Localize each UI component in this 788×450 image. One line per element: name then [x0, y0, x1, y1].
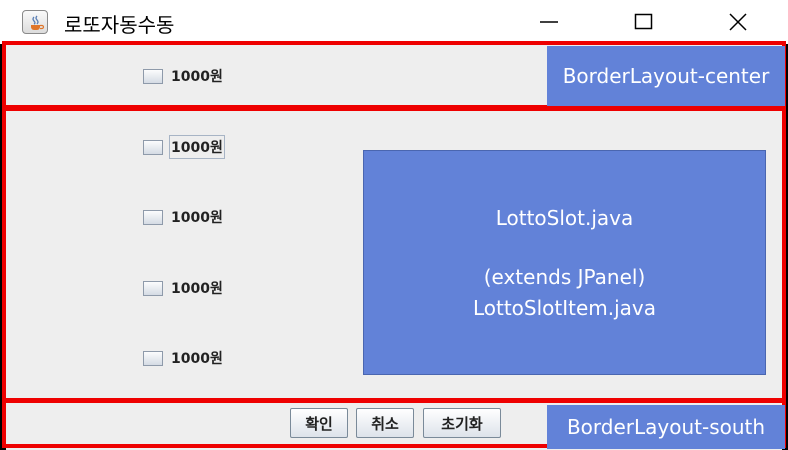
checkbox-label: 1000원	[171, 281, 223, 297]
annotation-line-3: LottoSlotItem.java	[472, 296, 657, 320]
minimize-button[interactable]	[525, 0, 573, 44]
checkbox-box[interactable]	[143, 280, 163, 296]
checkbox-label: 1000원	[171, 351, 223, 367]
checkbox-label: 1000원	[171, 210, 223, 226]
annotation-center: BorderLayout-center	[547, 46, 785, 106]
window-title: 로또자동수동	[64, 13, 175, 37]
close-button[interactable]	[714, 0, 762, 44]
reset-button[interactable]: 초기화	[423, 408, 501, 438]
java-app-icon[interactable]	[22, 10, 48, 34]
slot-checkbox-3[interactable]: 1000원	[143, 277, 225, 299]
annotation-line-2: (extends JPanel)	[483, 265, 646, 289]
cancel-button[interactable]: 취소	[356, 408, 414, 438]
maximize-icon	[634, 13, 653, 30]
checkbox-box[interactable]	[143, 68, 163, 84]
checkbox-box[interactable]	[143, 139, 163, 155]
close-icon	[729, 13, 747, 31]
checkbox-label: 1000원	[169, 135, 225, 159]
slot-checkbox-2[interactable]: 1000원	[143, 206, 225, 228]
confirm-button[interactable]: 확인	[290, 408, 348, 438]
checkbox-box[interactable]	[143, 350, 163, 366]
maximize-button[interactable]	[620, 0, 668, 44]
minimize-icon	[540, 21, 558, 23]
checkbox-label: 1000원	[171, 69, 223, 85]
title-bar: 로또자동수동	[0, 0, 788, 44]
center-checkbox[interactable]: 1000원	[143, 65, 225, 87]
annotation-south: BorderLayout-south	[547, 405, 785, 449]
slot-checkbox-4[interactable]: 1000원	[143, 347, 225, 369]
slot-checkbox-1[interactable]: 1000원	[143, 135, 225, 159]
annotation-line-1: LottoSlot.java	[495, 206, 634, 230]
lotto-slot-annotation: LottoSlot.java (extends JPanel) LottoSlo…	[363, 150, 766, 375]
checkbox-box[interactable]	[143, 209, 163, 225]
